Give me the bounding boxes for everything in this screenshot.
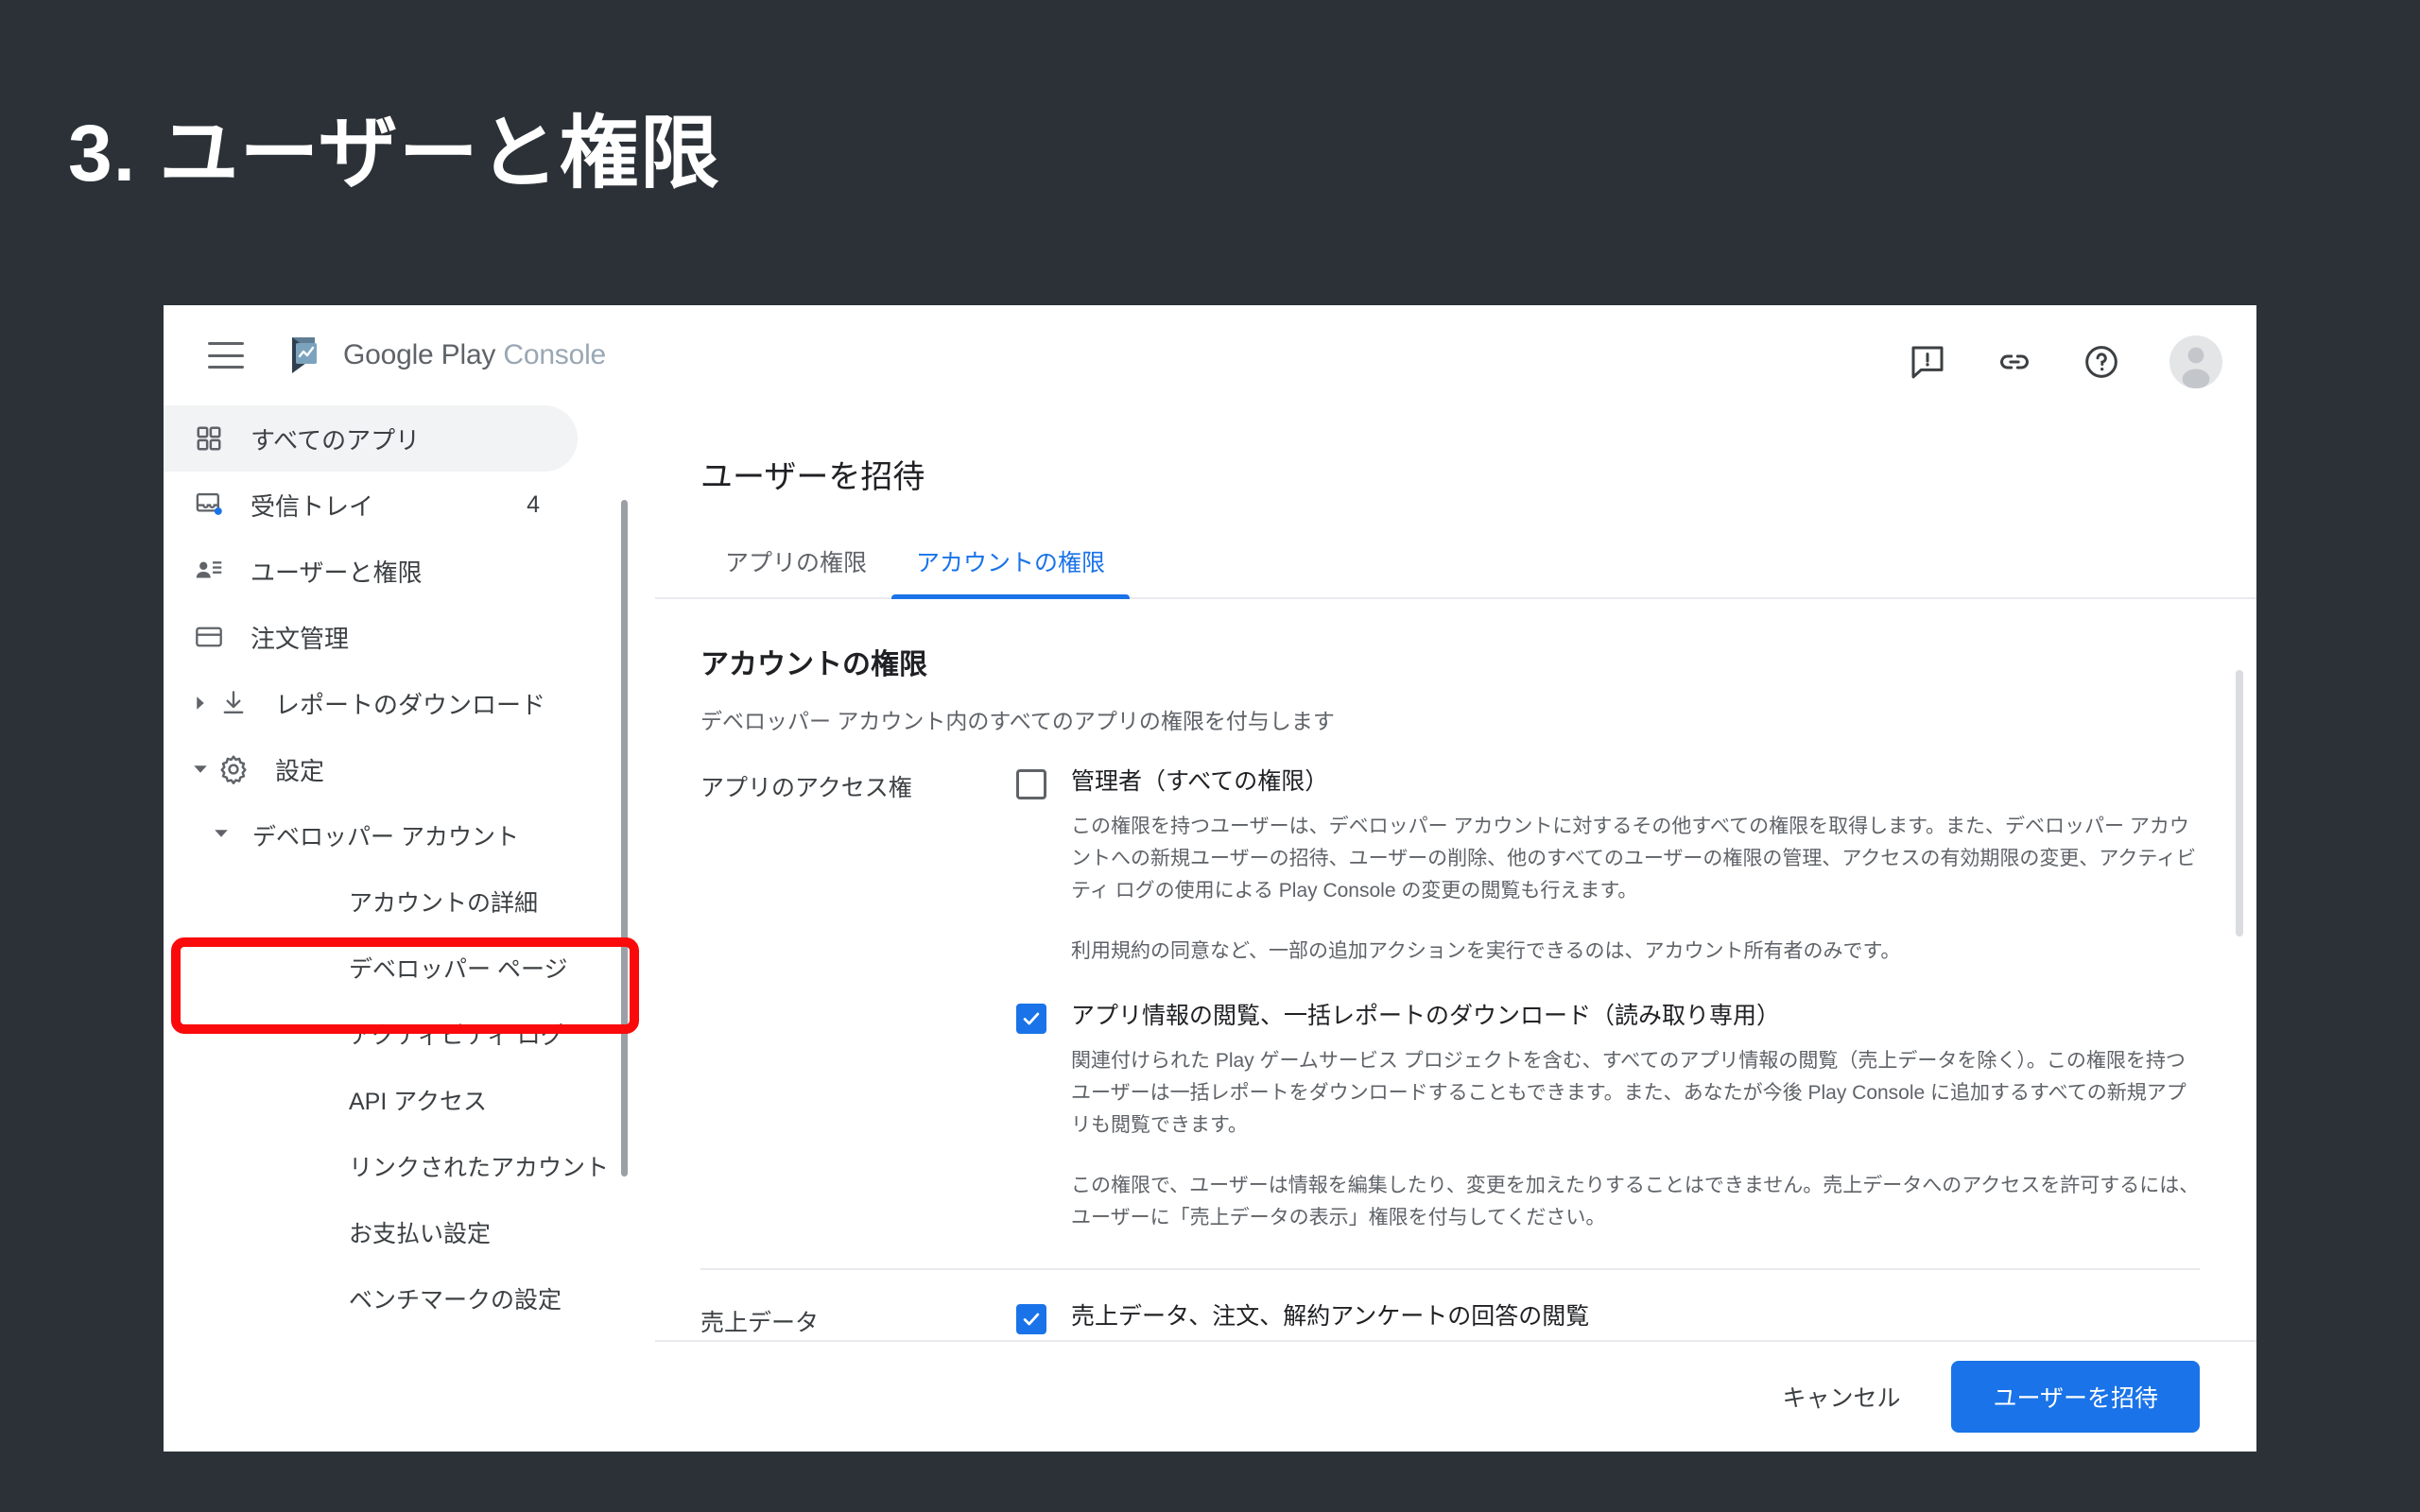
chevron-down-icon[interactable] — [213, 825, 230, 847]
brand-console: Console — [503, 339, 607, 370]
dialog-footer: キャンセル ユーザーを招待 — [655, 1340, 2256, 1452]
sidebar-group-developer-account[interactable]: デベロッパー アカウント — [164, 802, 655, 868]
sales-view-checkbox[interactable] — [1016, 1304, 1046, 1335]
brand-google-play: Google Play — [343, 339, 496, 370]
tab-account-permissions[interactable]: アカウントの権限 — [891, 544, 1131, 599]
top-bar-actions — [1909, 335, 2222, 388]
link-icon[interactable] — [1996, 343, 2033, 381]
permission-options: 管理者（すべての権限） この権限を持つユーザーは、デベロッパー アカウントに対す… — [1016, 767, 2256, 1234]
help-icon[interactable] — [2083, 343, 2120, 381]
sidebar-item-label: ユーザーと権限 — [251, 558, 423, 587]
page-title: ユーザーを招待 — [700, 459, 925, 495]
top-app-bar: Google Play Console Play Console を検索 — [164, 305, 2256, 690]
section-heading: アカウントの権限 — [700, 649, 927, 680]
chevron-right-icon[interactable] — [188, 695, 213, 712]
main-content: ユーザーを招待 アプリの権限 アカウントの権限 アカウントの権限 デベロッパー … — [655, 405, 2256, 1452]
avatar-person-icon — [2182, 347, 2210, 388]
sidebar-item-label: 注文管理 — [251, 624, 350, 653]
tab-bar: アプリの権限 アカウントの権限 — [655, 533, 2256, 599]
section-description: デベロッパー アカウント内のすべてのアプリの権限を付与します — [700, 709, 1335, 733]
sidebar-subitem-linked-accounts[interactable]: リンクされたアカウント — [164, 1133, 655, 1199]
permission-group-label: アプリのアクセス権 — [700, 775, 912, 801]
sidebar-subitem-payment-settings[interactable]: お支払い設定 — [164, 1199, 655, 1265]
inbox-icon — [188, 490, 230, 519]
sidebar-subitem-label: アカウントの詳細 — [349, 890, 539, 917]
sidebar-item-users-permissions[interactable]: ユーザーと権限 — [164, 538, 655, 604]
sidebar-item-settings[interactable]: 設定 — [164, 736, 655, 802]
google-play-console-logo — [292, 337, 317, 373]
permission-option-sales-view[interactable]: 売上データ、注文、解約アンケートの回答の閲覧 — [1016, 1302, 2200, 1335]
permission-option-description-secondary: 利用規約の同意など、一部の追加アクションを実行できるのは、アカウント所有者のみで… — [1071, 940, 1901, 963]
avatar[interactable] — [2169, 335, 2222, 388]
checkmark-icon — [1023, 1313, 1040, 1326]
sidebar-subitem-label: リンクされたアカウント — [349, 1155, 610, 1181]
permission-option-title: 売上データ、注文、解約アンケートの回答の閲覧 — [1071, 1303, 1590, 1331]
slide-title: 3. ユーザーと権限 — [68, 109, 720, 198]
feedback-icon[interactable] — [1909, 343, 1946, 381]
sidebar-subitem-label: お支払い設定 — [349, 1221, 492, 1247]
sidebar-item-download-reports[interactable]: レポートのダウンロード — [164, 670, 655, 736]
sidebar-item-label: 設定 — [275, 756, 325, 785]
sidebar-item-order-management[interactable]: 注文管理 — [164, 604, 655, 670]
hamburger-menu-icon[interactable] — [208, 342, 246, 369]
cancel-button[interactable]: キャンセル — [1754, 1365, 1928, 1429]
checkmark-icon — [1023, 1012, 1040, 1025]
permission-option-readonly[interactable]: アプリ情報の閲覧、一括レポートのダウンロード（読み取り専用） — [1016, 1002, 2200, 1035]
brand-text: Google Play Console — [343, 339, 606, 371]
permission-group-app-access: アプリのアクセス権 管理者（すべての権限） この権限を持つユーザーは、デベロッパ… — [655, 767, 2256, 1234]
sidebar-subitem-developer-page[interactable]: デベロッパー ページ — [164, 935, 655, 1001]
sidebar-item-all-apps[interactable]: すべてのアプリ — [164, 405, 578, 472]
settings-gear-icon — [213, 754, 254, 784]
permission-option-description-secondary: この権限で、ユーザーは情報を編集したり、変更を加えたりすることはできません。売上… — [1071, 1175, 2200, 1229]
users-permissions-icon — [188, 557, 230, 585]
sidebar-item-label: すべてのアプリ — [251, 425, 421, 455]
apps-grid-icon — [188, 424, 230, 453]
sidebar-subitem-api-access[interactable]: API アクセス — [164, 1067, 655, 1133]
sidebar-subitem-label: ベンチマークの設定 — [349, 1287, 562, 1314]
permission-option-title: 管理者（すべての権限） — [1071, 768, 1329, 795]
sidebar-item-inbox[interactable]: 受信トレイ 4 — [164, 472, 655, 538]
invite-user-button[interactable]: ユーザーを招待 — [1951, 1361, 2200, 1433]
sidebar-item-label: レポートのダウンロード — [275, 690, 546, 719]
permission-option-title: アプリ情報の閲覧、一括レポートのダウンロード（読み取り専用） — [1071, 1003, 1781, 1030]
order-management-icon — [188, 623, 230, 651]
sidebar-item-label: 受信トレイ — [251, 491, 374, 521]
play-console-window: Google Play Console Play Console を検索 — [164, 305, 2256, 1452]
sidebar-subitem-label: アクティビティ ログ — [349, 1022, 564, 1049]
download-report-icon — [213, 689, 254, 717]
sidebar-subitem-label: デベロッパー ページ — [349, 956, 568, 983]
chevron-down-icon[interactable] — [188, 761, 213, 778]
sidebar-subitem-activity-log[interactable]: アクティビティ ログ — [164, 1001, 655, 1067]
brand-logo[interactable]: Google Play Console — [286, 334, 606, 377]
tab-app-permissions[interactable]: アプリの権限 — [700, 544, 891, 597]
sidebar-subitem-benchmark-settings[interactable]: ベンチマークの設定 — [164, 1265, 655, 1332]
content-scrollbar[interactable] — [2236, 670, 2243, 936]
permission-option-admin[interactable]: 管理者（すべての権限） — [1016, 767, 2200, 799]
permission-option-description: この権限を持つユーザーは、デベロッパー アカウントに対するその他すべての権限を取… — [1071, 816, 2197, 902]
inbox-badge-count: 4 — [527, 490, 540, 518]
section-divider — [700, 1268, 2200, 1271]
permission-option-description: 関連付けられた Play ゲームサービス プロジェクトを含む、すべてのアプリ情報… — [1071, 1050, 2187, 1137]
sidebar-nav: すべてのアプリ 受信トレイ 4 ユーザーと権限 注文管理 レポートのダウンロード… — [164, 405, 655, 1452]
sidebar-scrollbar[interactable] — [621, 500, 628, 1177]
readonly-checkbox[interactable] — [1016, 1004, 1046, 1035]
admin-checkbox[interactable] — [1016, 769, 1046, 799]
sidebar-subitem-account-details[interactable]: アカウントの詳細 — [164, 868, 655, 935]
sidebar-subitem-label: API アクセス — [349, 1089, 487, 1115]
sidebar-group-label: デベロッパー アカウント — [252, 824, 519, 850]
